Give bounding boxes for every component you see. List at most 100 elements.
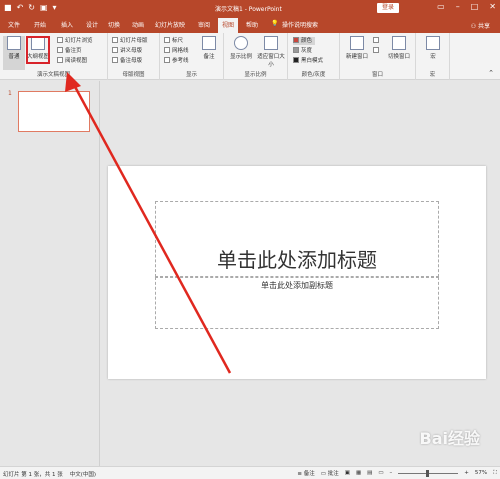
grayscale-button[interactable]: 灰度 bbox=[293, 47, 312, 55]
fit-slide-icon[interactable]: ⛶ bbox=[493, 470, 497, 477]
collapse-ribbon-icon[interactable]: ⌃ bbox=[488, 69, 494, 77]
checkbox-icon bbox=[164, 37, 170, 43]
tab-transitions[interactable]: 切换 bbox=[108, 20, 120, 29]
customize-qat-icon[interactable]: ▾ bbox=[53, 3, 57, 13]
color-button[interactable]: 颜色 bbox=[293, 37, 316, 45]
tab-view[interactable]: 视图 bbox=[218, 18, 239, 33]
checkbox-icon bbox=[164, 57, 170, 63]
notes-master-icon bbox=[112, 57, 118, 63]
undo-icon[interactable]: ↶ bbox=[17, 3, 24, 13]
lightbulb-icon: 💡 bbox=[271, 20, 279, 27]
grayscale-swatch-icon bbox=[293, 47, 299, 53]
ribbon-tabs: 文件 开始 插入 设计 切换 动画 幻灯片放映 审阅 视图 帮助 💡 操作说明搜… bbox=[0, 17, 500, 33]
slide-canvas[interactable]: 单击此处添加标题 单击此处添加副标题 bbox=[108, 166, 486, 379]
share-button[interactable]: ⚇ 共享 bbox=[471, 21, 490, 30]
handout-master-icon bbox=[112, 47, 118, 53]
group-show: 标尺 网格线 参考线 备注 显示 bbox=[160, 33, 224, 80]
zoom-button[interactable]: 显示比例 bbox=[228, 36, 254, 60]
group-label: 宏 bbox=[429, 72, 436, 78]
switch-windows-button[interactable]: 切换窗口 bbox=[385, 36, 413, 60]
reading-view-status-icon[interactable]: ▤ bbox=[367, 470, 372, 476]
slide-thumbnail-pane: 1 bbox=[0, 81, 100, 466]
comment-icon: ▭ bbox=[320, 471, 328, 477]
zoom-out-icon[interactable]: – bbox=[390, 470, 393, 476]
title-placeholder-text: 单击此处添加标题 bbox=[217, 248, 377, 272]
handout-master-button[interactable]: 讲义母版 bbox=[112, 47, 142, 55]
save-icon[interactable]: ■ bbox=[4, 3, 12, 13]
new-window-icon bbox=[350, 36, 364, 50]
status-bar: 幻灯片 第 1 张，共 1 张 中文(中国) ≡ 备注 ▭ 批注 ▣ ▦ ▤ ▭… bbox=[0, 466, 500, 479]
language-indicator[interactable]: 中文(中国) bbox=[70, 472, 96, 478]
group-label: 母版视图 bbox=[122, 72, 145, 78]
close-icon[interactable]: ✕ bbox=[489, 2, 496, 11]
group-label: 颜色/灰度 bbox=[301, 72, 326, 78]
window-controls: ▭ – □ ✕ bbox=[437, 2, 496, 11]
cascade-icon bbox=[373, 47, 379, 53]
zoom-slider-thumb[interactable] bbox=[426, 469, 430, 477]
tab-home[interactable]: 开始 bbox=[34, 20, 46, 29]
subtitle-placeholder[interactable]: 单击此处添加副标题 bbox=[155, 277, 439, 329]
tab-file[interactable]: 文件 bbox=[8, 20, 20, 29]
group-label: 显示比例 bbox=[244, 72, 267, 78]
normal-view-button[interactable]: 普通 bbox=[3, 36, 25, 70]
switch-window-icon bbox=[392, 36, 406, 50]
quick-access-toolbar: ■ ↶ ↻ ▣ ▾ bbox=[4, 3, 57, 13]
group-label: 显示 bbox=[185, 72, 197, 78]
zoom-slider[interactable] bbox=[398, 469, 459, 477]
color-swatch-icon bbox=[293, 37, 299, 43]
comments-toggle[interactable]: ▭ 批注 bbox=[321, 469, 339, 477]
notes-button[interactable]: 备注 bbox=[198, 36, 220, 60]
arrange-all-button[interactable] bbox=[373, 37, 381, 45]
title-bar: ■ ↶ ↻ ▣ ▾ 演示文稿1 - PowerPoint 登录 ▭ – □ ✕ bbox=[0, 0, 500, 17]
reading-view-icon bbox=[57, 57, 63, 63]
group-macros: 宏 宏 bbox=[416, 33, 450, 80]
tab-insert[interactable]: 插入 bbox=[61, 20, 73, 29]
start-presentation-icon[interactable]: ▣ bbox=[40, 3, 48, 13]
tab-animations[interactable]: 动画 bbox=[132, 20, 144, 29]
slide-sorter-button[interactable]: 幻灯片浏览 bbox=[57, 37, 93, 45]
cascade-button[interactable] bbox=[373, 47, 381, 55]
magnifier-icon bbox=[234, 36, 248, 50]
macros-button[interactable]: 宏 bbox=[422, 36, 444, 60]
minimize-icon[interactable]: – bbox=[456, 2, 460, 11]
group-label: 窗口 bbox=[371, 72, 383, 78]
notes-page-button[interactable]: 备注页 bbox=[57, 47, 82, 55]
bw-swatch-icon bbox=[293, 57, 299, 63]
tab-help[interactable]: 帮助 bbox=[246, 20, 258, 29]
zoom-in-icon[interactable]: + bbox=[464, 470, 469, 476]
tell-me-search[interactable]: 操作说明搜索 bbox=[282, 20, 318, 29]
slide-sorter-status-icon[interactable]: ▦ bbox=[356, 470, 361, 476]
normal-view-icon bbox=[7, 36, 21, 50]
group-color-grayscale: 颜色 灰度 黑白模式 颜色/灰度 bbox=[288, 33, 340, 80]
group-label: 演示文稿视图 bbox=[36, 72, 70, 78]
arrange-icon bbox=[373, 37, 379, 43]
slide-sorter-icon bbox=[57, 37, 63, 43]
notes-toggle[interactable]: ≡ 备注 bbox=[297, 469, 314, 477]
title-placeholder[interactable]: 单击此处添加标题 bbox=[155, 201, 439, 277]
ruler-checkbox[interactable]: 标尺 bbox=[164, 37, 183, 45]
login-button[interactable]: 登录 bbox=[377, 3, 399, 13]
notes-master-button[interactable]: 备注母版 bbox=[112, 57, 142, 65]
black-white-button[interactable]: 黑白模式 bbox=[293, 57, 323, 65]
ribbon-display-icon[interactable]: ▭ bbox=[437, 2, 445, 11]
new-window-button[interactable]: 新建窗口 bbox=[344, 36, 370, 60]
tab-review[interactable]: 审阅 bbox=[198, 20, 210, 29]
fit-to-window-button[interactable]: 适应窗口大小 bbox=[257, 36, 285, 68]
slideshow-status-icon[interactable]: ▭ bbox=[378, 470, 383, 476]
slide-master-button[interactable]: 幻灯片母版 bbox=[112, 37, 148, 45]
reading-view-button[interactable]: 阅读视图 bbox=[57, 57, 87, 65]
tab-slideshow[interactable]: 幻灯片放映 bbox=[155, 20, 185, 29]
group-master-views: 幻灯片母版 讲义母版 备注母版 母版视图 bbox=[108, 33, 160, 80]
gridlines-checkbox[interactable]: 网格线 bbox=[164, 47, 189, 55]
person-icon: ⚇ bbox=[470, 23, 478, 30]
guides-checkbox[interactable]: 参考线 bbox=[164, 57, 189, 65]
slide-thumbnail[interactable] bbox=[18, 91, 90, 132]
zoom-level[interactable]: 57% bbox=[475, 470, 487, 476]
group-zoom: 显示比例 适应窗口大小 显示比例 bbox=[224, 33, 288, 80]
annotation-highlight-box bbox=[26, 36, 50, 64]
tab-design[interactable]: 设计 bbox=[86, 20, 98, 29]
redo-icon[interactable]: ↻ bbox=[28, 3, 35, 13]
maximize-icon[interactable]: □ bbox=[471, 2, 479, 11]
slide-number: 1 bbox=[8, 90, 12, 97]
normal-view-status-icon[interactable]: ▣ bbox=[345, 470, 350, 476]
